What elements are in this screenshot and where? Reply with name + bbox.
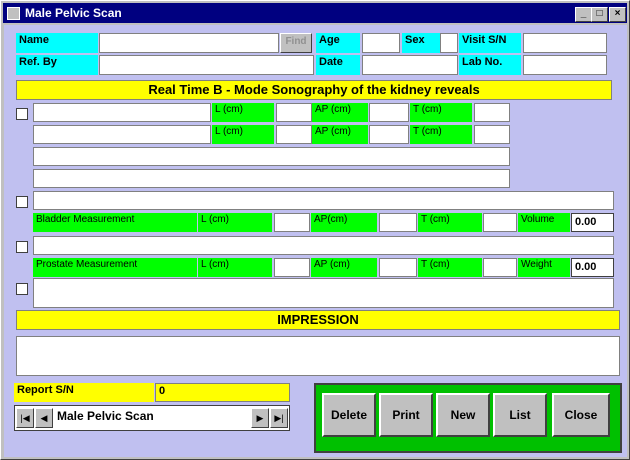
app-window: Male Pelvic Scan _ □ × Name Find Age Sex… xyxy=(0,0,630,460)
prostate-ap-field[interactable] xyxy=(379,258,417,277)
age-field[interactable] xyxy=(362,33,400,53)
title-bar[interactable]: Male Pelvic Scan _ □ × xyxy=(3,3,627,23)
kidney-l-label-2: L (cm) xyxy=(212,125,274,144)
name-label: Name xyxy=(16,33,98,53)
window-title: Male Pelvic Scan xyxy=(25,6,122,20)
visit-sn-label: Visit S/N xyxy=(459,33,521,53)
extra-note-checkbox[interactable] xyxy=(16,283,28,295)
bladder-measurement-label: Bladder Measurement xyxy=(33,213,197,232)
kidney-ap-label-1: AP (cm) xyxy=(312,103,368,122)
action-button-panel: Delete Print New List Close xyxy=(314,383,622,453)
ref-by-field[interactable] xyxy=(99,55,314,75)
kidney-left-field[interactable] xyxy=(33,103,211,122)
kidney-note-field-2[interactable] xyxy=(33,169,510,188)
kidney-l-field-2[interactable] xyxy=(276,125,312,144)
visit-sn-field[interactable] xyxy=(523,33,607,53)
kidney-banner: Real Time B - Mode Sonography of the kid… xyxy=(16,80,612,100)
prostate-checkbox[interactable] xyxy=(16,241,28,253)
kidney-ap-field-1[interactable] xyxy=(369,103,409,122)
bladder-checkbox[interactable] xyxy=(16,196,28,208)
impression-banner: IMPRESSION xyxy=(16,310,620,330)
print-button[interactable]: Print xyxy=(379,393,433,437)
close-button[interactable]: Close xyxy=(552,393,610,437)
ref-by-label: Ref. By xyxy=(16,55,98,75)
volume-label: Volume xyxy=(518,213,570,232)
extra-note-field[interactable] xyxy=(33,278,614,308)
bladder-note-field[interactable] xyxy=(33,191,614,210)
bladder-t-field[interactable] xyxy=(483,213,517,232)
new-button[interactable]: New xyxy=(436,393,490,437)
kidney-l-label-1: L (cm) xyxy=(212,103,274,122)
delete-button[interactable]: Delete xyxy=(322,393,376,437)
kidney-l-field-1[interactable] xyxy=(276,103,312,122)
find-button[interactable]: Find xyxy=(280,33,312,53)
bladder-l-label: L (cm) xyxy=(198,213,272,232)
kidney-checkbox[interactable] xyxy=(16,108,28,120)
first-record-icon[interactable]: |◀ xyxy=(16,408,34,428)
bladder-ap-label: AP(cm) xyxy=(311,213,377,232)
kidney-right-field[interactable] xyxy=(33,125,211,144)
last-record-icon[interactable]: ▶| xyxy=(270,408,288,428)
minimize-button[interactable]: _ xyxy=(575,7,592,22)
date-label: Date xyxy=(316,55,360,75)
prostate-l-field[interactable] xyxy=(274,258,310,277)
sex-field[interactable] xyxy=(440,33,458,53)
kidney-t-label-2: T (cm) xyxy=(410,125,472,144)
kidney-t-label-1: T (cm) xyxy=(410,103,472,122)
form-client-area: Name Find Age Sex Visit S/N Ref. By Date… xyxy=(4,25,627,457)
kidney-t-field-1[interactable] xyxy=(474,103,510,122)
age-label: Age xyxy=(316,33,360,53)
report-sn-field[interactable]: 0 xyxy=(155,383,290,402)
close-window-button[interactable]: × xyxy=(609,7,626,22)
bladder-t-label: T (cm) xyxy=(418,213,482,232)
bladder-l-field[interactable] xyxy=(274,213,310,232)
prostate-measurement-label: Prostate Measurement xyxy=(33,258,197,277)
bladder-ap-field[interactable] xyxy=(379,213,417,232)
prostate-l-label: L (cm) xyxy=(198,258,272,277)
name-field[interactable] xyxy=(99,33,279,53)
prev-record-icon[interactable]: ◀ xyxy=(35,408,53,428)
prostate-ap-label: AP (cm) xyxy=(311,258,377,277)
date-field[interactable] xyxy=(362,55,458,75)
prostate-note-field[interactable] xyxy=(33,236,614,255)
report-sn-label: Report S/N xyxy=(14,383,154,402)
next-record-icon[interactable]: ▶ xyxy=(251,408,269,428)
kidney-note-field-1[interactable] xyxy=(33,147,510,166)
maximize-button[interactable]: □ xyxy=(591,7,608,22)
list-button[interactable]: List xyxy=(493,393,547,437)
kidney-ap-field-2[interactable] xyxy=(369,125,409,144)
prostate-t-field[interactable] xyxy=(483,258,517,277)
sex-label: Sex xyxy=(402,33,440,53)
lab-no-field[interactable] xyxy=(523,55,607,75)
kidney-t-field-2[interactable] xyxy=(474,125,510,144)
kidney-ap-label-2: AP (cm) xyxy=(312,125,368,144)
weight-label: Weight xyxy=(518,258,570,277)
impression-field[interactable] xyxy=(16,336,620,376)
navigator-caption: Male Pelvic Scan xyxy=(57,409,154,423)
record-navigator: |◀ ◀ Male Pelvic Scan ▶ ▶| xyxy=(14,405,290,431)
prostate-t-label: T (cm) xyxy=(418,258,482,277)
weight-field[interactable]: 0.00 xyxy=(571,258,614,277)
lab-no-label: Lab No. xyxy=(459,55,521,75)
app-icon xyxy=(7,7,20,20)
volume-field[interactable]: 0.00 xyxy=(571,213,614,232)
